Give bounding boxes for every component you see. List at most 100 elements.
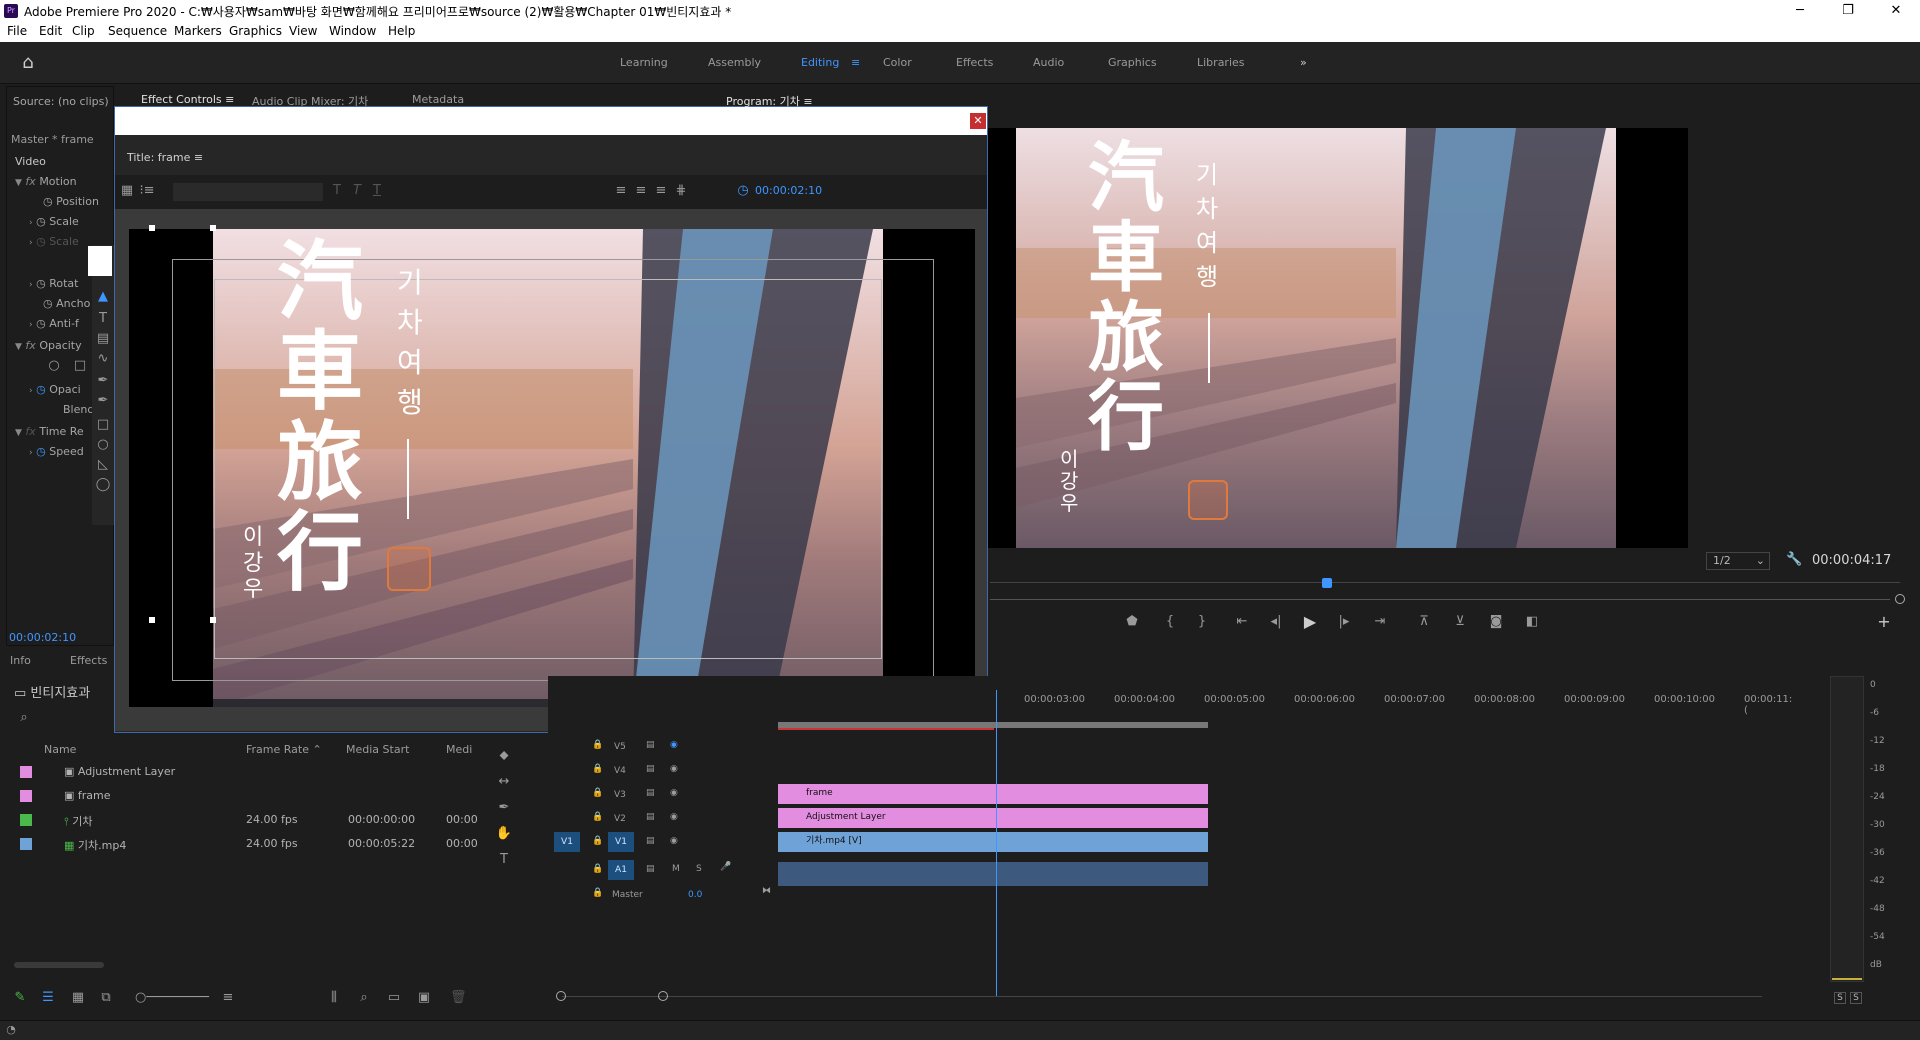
program-ruler[interactable] [990,582,1900,583]
resize-handle[interactable] [149,617,155,623]
menu-help[interactable]: Help [388,24,415,38]
menu-sequence[interactable]: Sequence [108,24,167,38]
type-tool-icon[interactable]: T [494,852,514,867]
menu-markers[interactable]: Markers [174,24,222,38]
pen-tool-icon[interactable]: ✒ [94,373,112,388]
settings-wrench-icon[interactable]: 🔧 [1786,552,1802,567]
area-type-icon[interactable]: ▤ [94,331,112,346]
lift-icon[interactable]: ⊼ [1416,614,1432,629]
track-v3-label[interactable]: V3 [614,790,626,800]
roll-crawl-icon[interactable]: ⁝≡ [139,183,155,198]
align-right-icon[interactable]: ≡ [653,183,669,198]
hanja-title[interactable]: 汽 車 旅 行 [277,236,363,598]
clip-train-audio[interactable] [778,862,1208,886]
step-back-icon[interactable]: ◂| [1268,614,1284,629]
timeline-ruler[interactable]: 00:00:03:00 00:00:04:00 00:00:05:00 00:0… [548,676,1792,730]
comparison-view-icon[interactable]: ◧ [1524,614,1540,629]
column-name[interactable]: Name [44,743,76,756]
motion-label[interactable]: Motion [39,175,76,188]
resize-handle[interactable] [210,617,216,623]
anti-flicker-label[interactable]: Anti-f [49,317,79,330]
resize-handle[interactable] [210,225,216,231]
rectangle-tool-icon[interactable]: □ [94,417,112,432]
menu-file[interactable]: File [7,24,27,38]
tab-info[interactable]: Info [10,654,31,667]
red-seal-stamp[interactable] [387,547,431,591]
mark-in-icon[interactable]: { [1162,614,1178,629]
export-frame-icon[interactable]: ◙ [1488,614,1504,629]
align-center-icon[interactable]: ≡ [633,183,649,198]
tab-effect-controls[interactable]: Effect Controls ≡ [141,93,234,106]
clip-frame[interactable]: frame [778,784,1208,804]
add-anchor-icon[interactable]: ✒ [94,393,112,408]
track-v4-label[interactable]: V4 [614,766,626,776]
rotation-label[interactable]: Rotat [49,277,78,290]
clip-adjustment-layer[interactable]: Adjustment Layer [778,808,1208,828]
tab-stops-icon[interactable]: ⋕ [673,183,689,198]
play-icon[interactable]: ▶ [1302,612,1318,631]
font-family-select[interactable] [173,183,323,201]
menu-edit[interactable]: Edit [39,24,62,38]
column-media-start[interactable]: Media Start [346,743,409,756]
master-clip-label[interactable]: Master * frame [11,133,94,146]
master-track-arrow-icon[interactable]: ⧓ [762,886,771,896]
track-v5-label[interactable]: V5 [614,742,626,752]
workspace-menu-icon[interactable]: ≡ [851,56,860,69]
timeline-playhead[interactable] [996,690,997,996]
background-video-icon[interactable]: ◷ [735,183,751,198]
find-icon[interactable]: ⌕ [356,990,372,1005]
timeline-scroll-handle[interactable] [556,991,566,1001]
speed-label[interactable]: Speed [49,445,83,458]
maximize-button[interactable]: ❐ [1828,1,1868,21]
icon-view-icon[interactable]: ▦ [70,990,86,1005]
korean-title-vertical[interactable]: 기 차 여 행 [397,263,423,423]
author-vertical[interactable]: 이 강 우 [243,525,263,603]
home-icon[interactable]: ⌂ [16,52,40,73]
menu-graphics[interactable]: Graphics [229,24,282,38]
project-item[interactable]: ▣ frame [64,789,111,802]
project-scrollbar[interactable] [14,962,104,968]
more-workspaces-icon[interactable]: » [1300,56,1307,69]
new-bin-icon[interactable]: ▭ [386,990,402,1005]
dialog-close-button[interactable]: ✕ [970,113,986,129]
type-tool-icon[interactable]: T [94,311,112,326]
track-v1-label[interactable]: V1 [608,832,634,852]
label-color-swatch[interactable] [20,766,32,778]
sort-icons-icon[interactable]: ≡ [220,990,236,1005]
project-item[interactable]: ▣ Adjustment Layer [64,765,175,778]
workspace-libraries[interactable]: Libraries [1197,56,1245,69]
meter-solo-left[interactable]: S [1834,992,1846,1004]
new-item-icon[interactable]: ▣ [416,990,432,1005]
close-window-button[interactable]: ✕ [1876,1,1916,21]
column-frame-rate[interactable]: Frame Rate ⌃ [246,743,322,756]
wedge-tool-icon[interactable]: ◺ [94,457,112,472]
go-to-in-icon[interactable]: ⇤ [1234,614,1250,629]
list-view-icon[interactable]: ☰ [40,990,56,1005]
hand-tool-icon[interactable]: ✋ [494,826,514,841]
bold-icon[interactable]: T [329,183,345,198]
freeform-view-icon[interactable]: ⧉ [98,990,114,1005]
blend-label[interactable]: Blend [63,403,94,416]
title-divider-line[interactable] [407,439,409,519]
tab-program-monitor[interactable]: Program: 기차 ≡ [726,93,813,109]
step-forward-icon[interactable]: |▸ [1336,614,1352,629]
add-marker-icon[interactable]: ⬟ [1124,614,1140,629]
scale-label[interactable]: Scale [49,215,79,228]
project-item[interactable]: ▦ 기차.mp4 [64,837,126,853]
program-playhead[interactable] [1322,578,1332,588]
position-label[interactable]: Position [56,195,99,208]
italic-icon[interactable]: T [349,183,365,198]
timeline-scrollbar[interactable] [562,996,1762,997]
zoom-select[interactable]: 1/2 ⌄ [1706,552,1770,570]
master-volume-value[interactable]: 0.0 [688,890,702,900]
new-title-icon[interactable]: ▦ [119,183,135,198]
status-icon[interactable]: ◔ [4,1023,18,1036]
workspace-color[interactable]: Color [883,56,912,69]
slip-tool-icon[interactable]: ↔ [494,774,514,789]
track-a1-label[interactable]: A1 [608,860,634,880]
search-icon[interactable]: ⌕ [16,710,32,725]
workspace-assembly[interactable]: Assembly [708,56,761,69]
tab-metadata[interactable]: Metadata [412,93,464,106]
color-swatch[interactable] [88,246,112,276]
meter-solo-right[interactable]: S [1850,992,1862,1004]
